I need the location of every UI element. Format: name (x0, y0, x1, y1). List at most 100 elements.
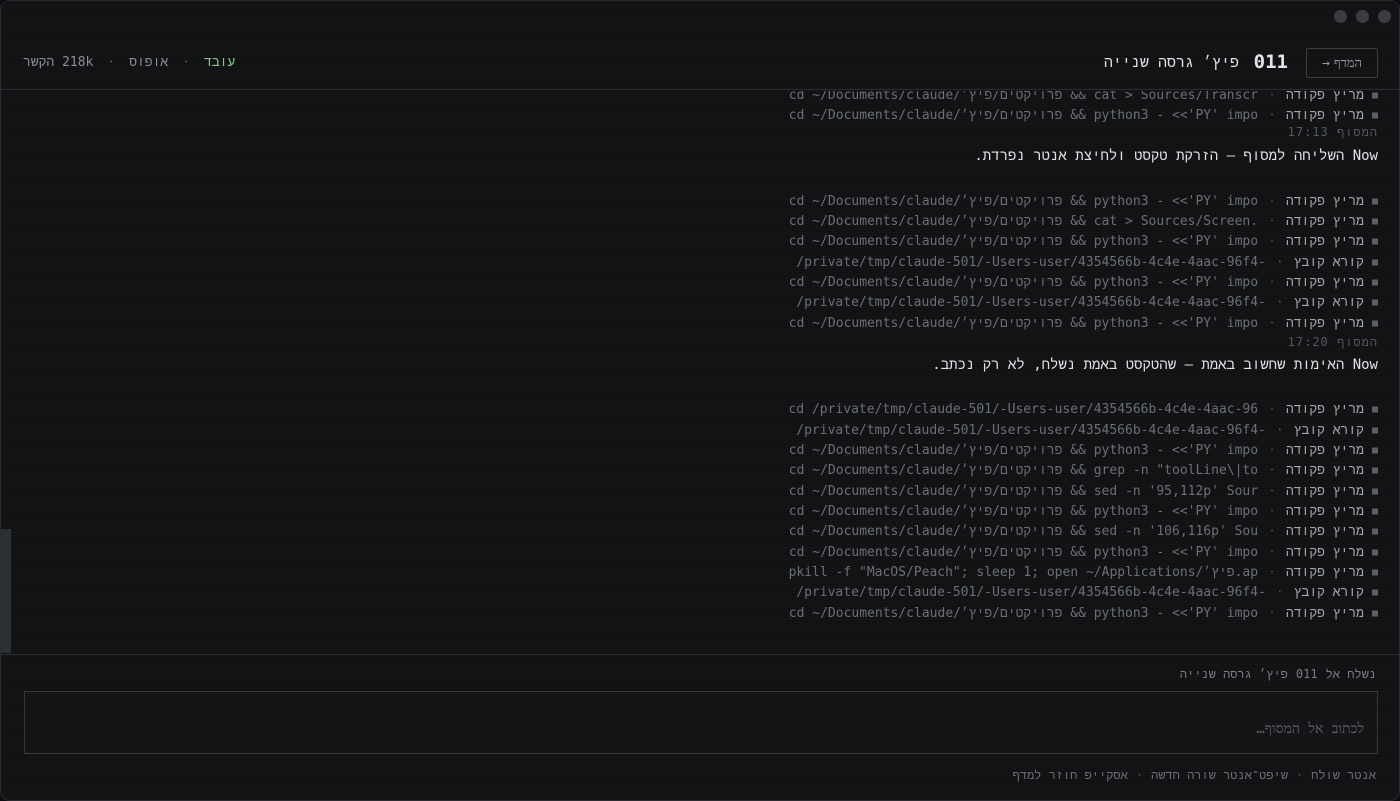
log-row-command: cd ~/Documents/claude/פרויקטים/פיץ׳ && s… (788, 523, 1259, 539)
log-row-kind: מריץ פקודה (1285, 107, 1364, 123)
square-bullet-icon: ■ (1371, 586, 1378, 598)
log-row-command: /private/tmp/claude-501/-Users-user/4354… (796, 254, 1266, 270)
log-row: ■ מריץ פקודה · cd /private/tmp/claude-501/-… (788, 399, 1378, 419)
context-size: 218k הקשר (23, 55, 94, 70)
log-row-command: cd ~/Documents/claude/פרויקטים/פיץ׳ && s… (788, 483, 1259, 499)
log-row-separator: · (1268, 274, 1276, 290)
assistant-message: Now השליחה למסוף — הזרקת טקסט ולחיצת אנט… (974, 148, 1378, 164)
log-row-command: cd ~/Documents/claude/פרויקטים/פיץ׳ && p… (788, 442, 1259, 458)
log-row-separator: · (1268, 503, 1276, 519)
log-row-kind: מריץ פקודה (1285, 233, 1364, 249)
log-row-kind: מריץ פקודה (1285, 564, 1364, 580)
log-row-kind: מריץ פקודה (1285, 483, 1364, 499)
log-row-command: pkill -f "MacOS/Peach"; sleep 1; open ~/… (788, 564, 1259, 580)
log-row-separator: · (1268, 401, 1276, 417)
app-window: → המדף 011 פיץ׳ גרסה שנייה עובד · אופוס … (0, 0, 1400, 801)
terminal-input[interactable] (25, 692, 1377, 753)
log-row-separator: · (1268, 483, 1276, 499)
hint-send: אנטר שולח (1311, 768, 1376, 782)
log-row-kind: מריץ פקודה (1285, 503, 1364, 519)
log-row-separator: · (1268, 315, 1276, 331)
back-to-shelf-button[interactable]: → המדף (1306, 48, 1378, 78)
session-title: פיץ׳ גרסה שנייה (1103, 53, 1239, 71)
log-row-command: cd ~/Documents/claude/פרויקטים/פיץ׳ && p… (788, 503, 1259, 519)
log-row-kind: מריץ פקודה (1285, 91, 1364, 103)
log-row-command: cd ~/Documents/claude/פרויקטים/פיץ׳ && g… (788, 462, 1259, 478)
square-bullet-icon: ■ (1371, 566, 1378, 578)
log-row-separator: · (1275, 254, 1284, 270)
square-bullet-icon: ■ (1371, 424, 1378, 436)
terminal-input-box (24, 691, 1378, 754)
log-row-separator: · (1268, 605, 1276, 621)
log-row: ■ מריץ פקודה · cd ~/Documents/claude/פרויקט… (789, 501, 1378, 521)
log-row-separator: · (1268, 544, 1276, 560)
log-row-command: /private/tmp/claude-501/-Users-user/4354… (796, 584, 1266, 600)
log-row-separator: · (1268, 462, 1276, 478)
square-bullet-icon: ■ (1371, 525, 1378, 537)
log-row-command: cd ~/Documents/claude/פרויקטים/פיץ׳ && c… (788, 213, 1259, 229)
square-bullet-icon: ■ (1371, 256, 1378, 268)
session-header: → המדף 011 פיץ׳ גרסה שנייה עובד · אופוס … (1, 37, 1399, 90)
window-dot-3[interactable] (1378, 10, 1391, 23)
square-bullet-icon: ■ (1371, 276, 1378, 288)
log-row-separator: · (1268, 564, 1276, 580)
log-row-separator: · (1268, 107, 1276, 123)
log-row-command: cd ~/Documents/claude/פרויקטים/פיץ׳ && p… (788, 193, 1259, 209)
square-bullet-icon: ■ (1371, 317, 1378, 329)
square-bullet-icon: ■ (1371, 235, 1378, 247)
log-row-kind: מריץ פקודה (1285, 462, 1364, 478)
status-separator: · (182, 55, 191, 70)
log-row: ■ מריץ פקודה · cd ~/Documents/claude/פרויקט… (789, 313, 1378, 333)
log-row-command: cd ~/Documents/claude/פרויקטים/פיץ׳ && p… (788, 233, 1259, 249)
send-to-label: נשלח אל (1325, 667, 1376, 681)
log-row: ■ מריץ פקודה · cd ~/Documents/claude/פרויקט… (789, 231, 1378, 251)
window-dot-1[interactable] (1334, 10, 1347, 23)
log-row: ■ מריץ פקודה · cd ~/Documents/claude/פרויקט… (789, 211, 1378, 231)
activity-log[interactable]: ■ מריץ פקודה · cd ~/Documents/claude/פרויקט… (1, 91, 1399, 654)
log-row-command: /private/tmp/claude-501/-Users-user/4354… (796, 422, 1266, 438)
log-row-separator: · (1275, 584, 1284, 600)
square-bullet-icon: ■ (1371, 505, 1378, 517)
log-row: ■ מריץ פקודה · pkill -f "MacOS/Peach"; slee… (789, 562, 1378, 582)
log-row: ■ קורא קובץ · /private/tmp/claude-501/-User… (796, 420, 1378, 440)
log-row: ■ מריץ פקודה · cd ~/Documents/claude/פרויקט… (789, 521, 1378, 541)
log-row-kind: מריץ פקודה (1285, 523, 1364, 539)
log-row: ■ מריץ פקודה · cd ~/Documents/claude/פרויקט… (789, 542, 1378, 562)
square-bullet-icon: ■ (1371, 215, 1378, 227)
log-row-command: cd ~/Documents/claude/פרויקטים/פיץ׳ && p… (788, 274, 1259, 290)
log-row-command: cd ~/Documents/claude/פרויקטים/פיץ׳ && p… (788, 107, 1259, 123)
log-row: ■ מריץ פקודה · cd ~/Documents/claude/פרויקט… (789, 191, 1378, 211)
hint-separator: · (1135, 768, 1144, 782)
session-number: 011 (1253, 51, 1288, 73)
model-name: אופוס (129, 55, 169, 70)
log-row: ■ קורא קובץ · /private/tmp/claude-501/-User… (796, 582, 1378, 602)
log-row: ■ קורא קובץ · /private/tmp/claude-501/-User… (796, 252, 1378, 272)
log-row-kind: מריץ פקודה (1285, 442, 1364, 458)
window-controls (1334, 10, 1391, 23)
log-row-separator: · (1275, 294, 1284, 310)
keyboard-hints: אנטר שולח · שיפט־אנטר שורה חדשה · אסקייפ… (1013, 768, 1376, 783)
log-row-separator: · (1268, 91, 1276, 103)
send-target: נשלח אל 011 פיץ׳ גרסה שנייה (1180, 667, 1376, 682)
log-row-kind: קורא קובץ (1293, 294, 1364, 310)
log-row-separator: · (1268, 442, 1276, 458)
log-row-command: /private/tmp/claude-501/-Users-user/4354… (796, 294, 1266, 310)
square-bullet-icon: ■ (1371, 607, 1378, 619)
divider (1, 654, 1399, 655)
square-bullet-icon: ■ (1371, 296, 1378, 308)
log-row-kind: קורא קובץ (1293, 254, 1364, 270)
log-row-separator: · (1268, 193, 1276, 209)
square-bullet-icon: ■ (1371, 464, 1378, 476)
hint-back: אסקייפ חוזר למדף (1012, 768, 1128, 782)
log-row-separator: · (1268, 233, 1276, 249)
log-row-separator: · (1268, 213, 1276, 229)
square-bullet-icon: ■ (1371, 109, 1378, 121)
log-row: ■ מריץ פקודה · cd ~/Documents/claude/פרויקט… (789, 481, 1378, 501)
assistant-message: Now האימות שחשוב באמת — שהטקסט באמת נשלח… (932, 357, 1378, 373)
square-bullet-icon: ■ (1371, 485, 1378, 497)
log-row-separator: · (1268, 523, 1276, 539)
square-bullet-icon: ■ (1371, 195, 1378, 207)
window-dot-2[interactable] (1356, 10, 1369, 23)
scrollbar-thumb[interactable] (1, 529, 11, 653)
log-row: ■ מריץ פקודה · cd ~/Documents/claude/פרויקט… (789, 460, 1378, 480)
